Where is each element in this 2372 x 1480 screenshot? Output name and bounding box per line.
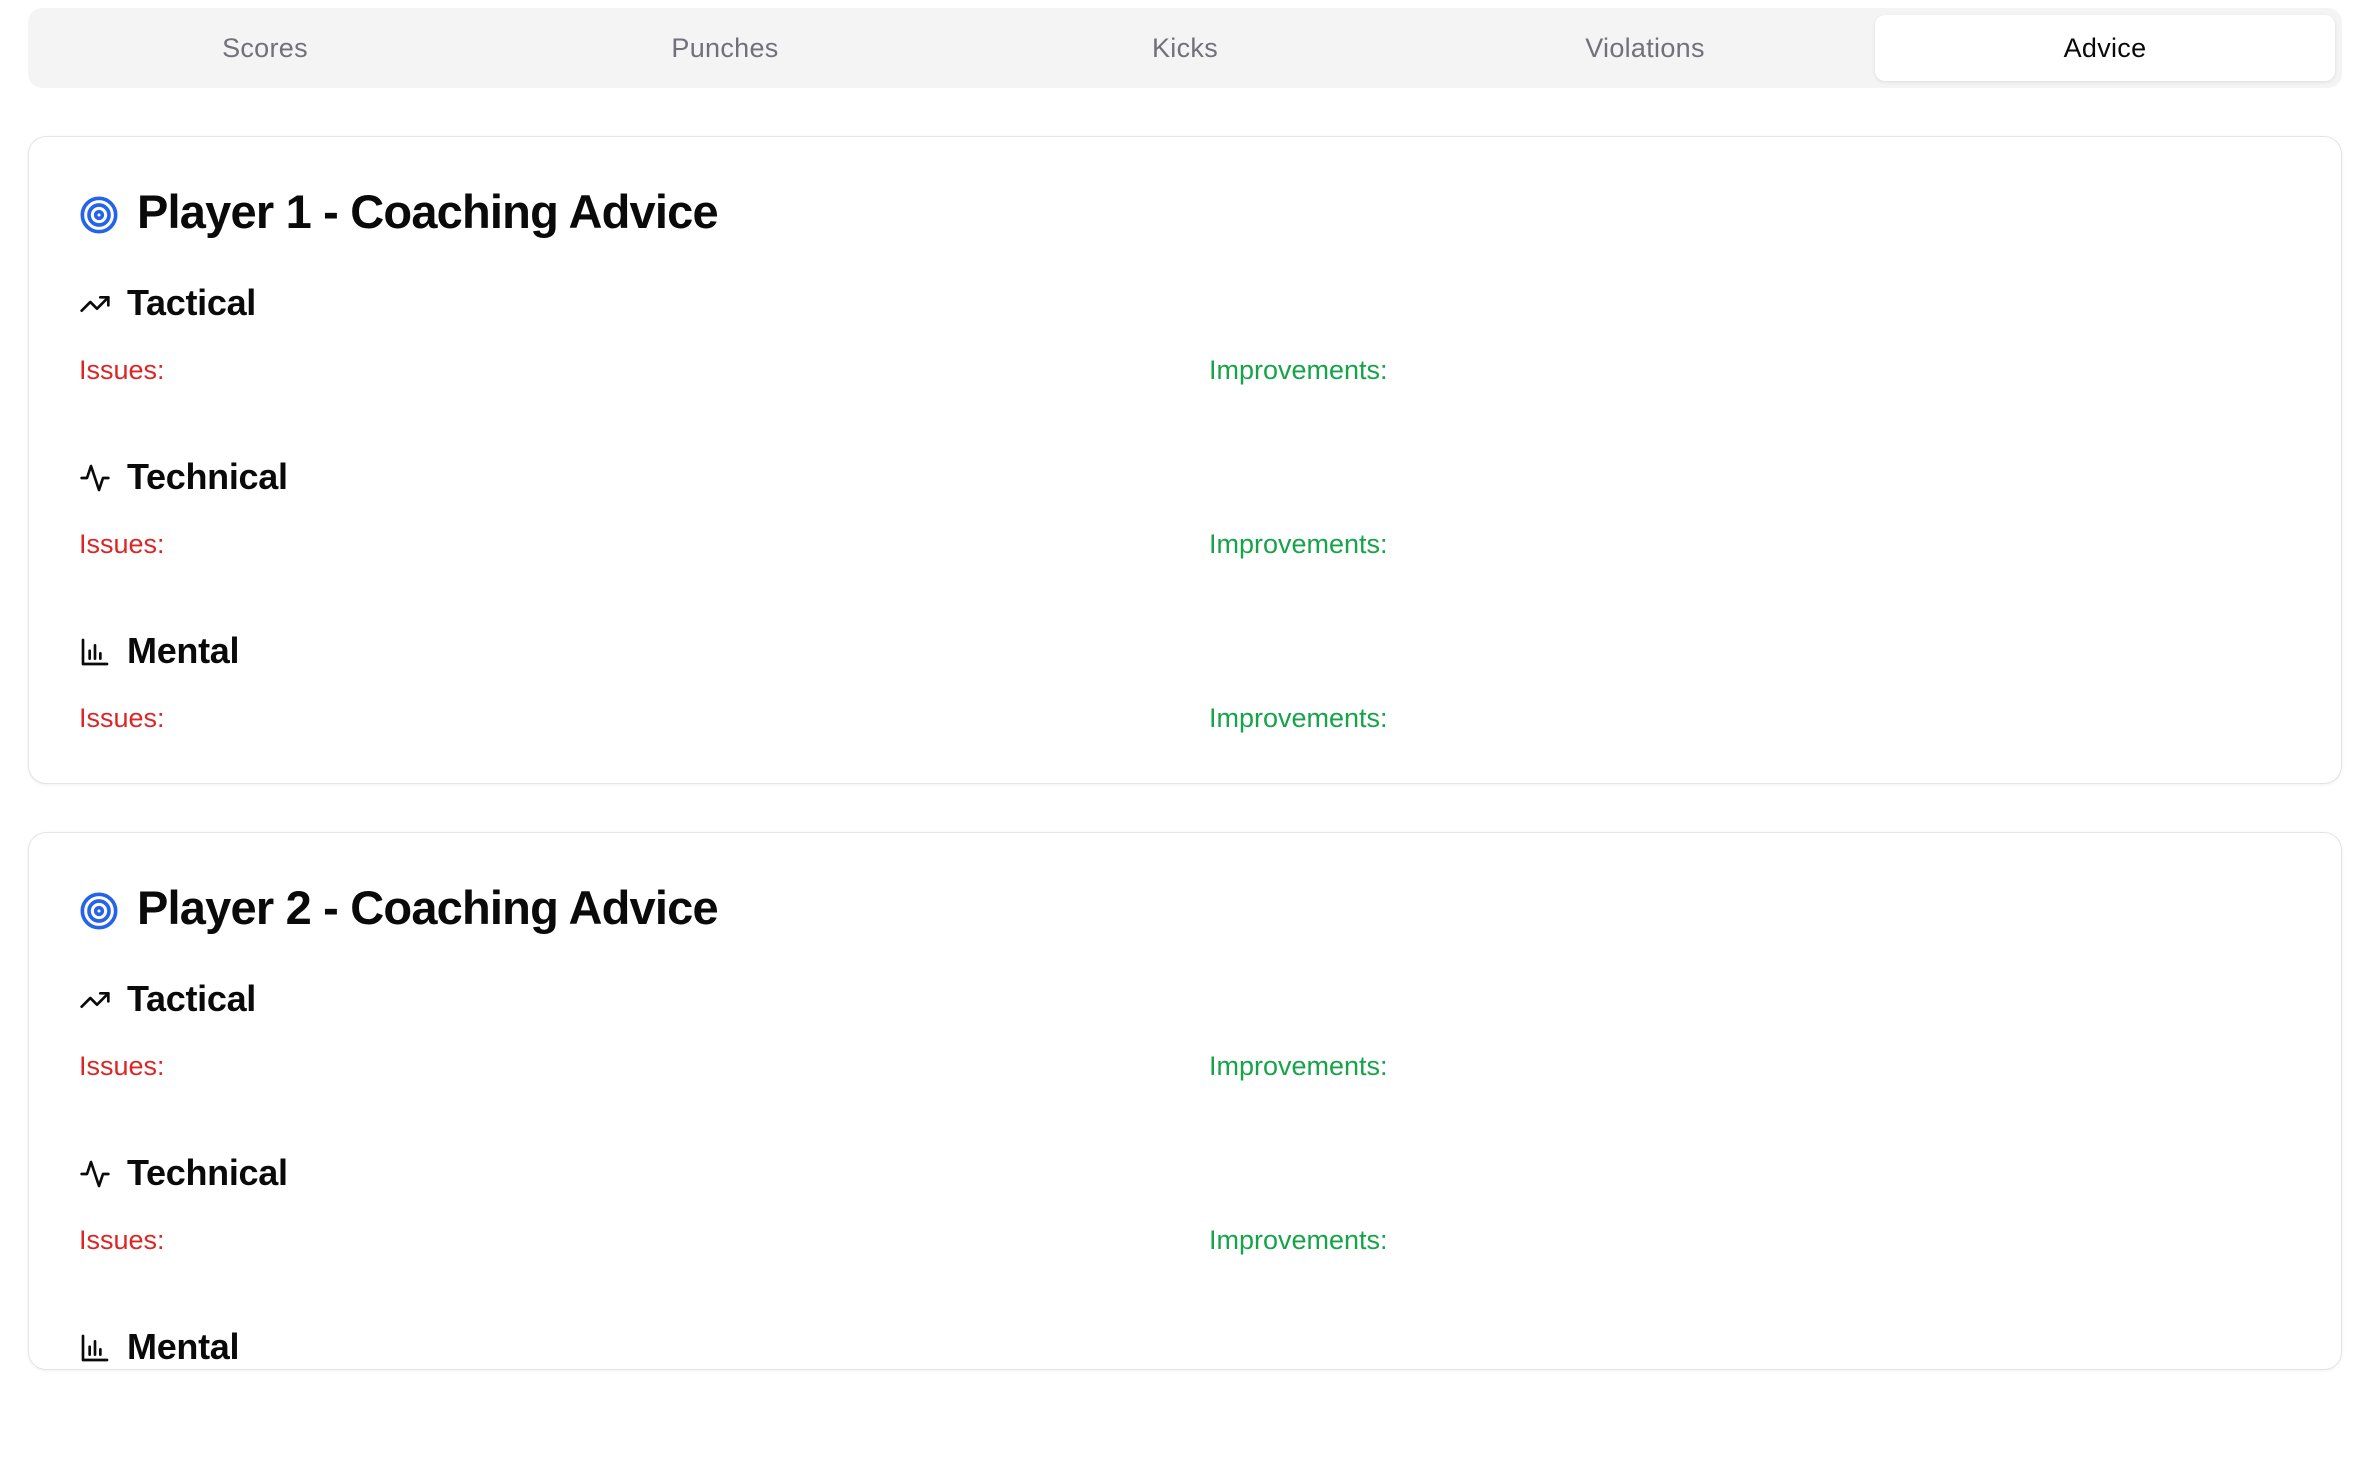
section-technical: Technical Issues: Improvements: bbox=[79, 455, 2291, 589]
section-title: Technical bbox=[127, 456, 288, 497]
improvements-label: Improvements: bbox=[1209, 355, 1388, 385]
section-technical: Technical Issues: Improvements: bbox=[79, 1151, 2291, 1285]
card-title-row: Player 2 - Coaching Advice bbox=[79, 877, 2291, 937]
advice-columns: Issues: Improvements: bbox=[79, 703, 2291, 743]
section-mental: Mental Issues: Improvements: bbox=[79, 629, 2291, 743]
tab-advice[interactable]: Advice bbox=[1875, 15, 2335, 81]
issues-label: Issues: bbox=[79, 529, 165, 559]
section-mental: Mental bbox=[79, 1325, 2291, 1369]
section-header: Tactical bbox=[79, 977, 2291, 1021]
tab-punches[interactable]: Punches bbox=[495, 15, 955, 81]
issues-label: Issues: bbox=[79, 355, 165, 385]
advice-columns: Issues: Improvements: bbox=[79, 529, 2291, 589]
trending-up-icon bbox=[79, 287, 111, 319]
issues-label: Issues: bbox=[79, 1051, 165, 1081]
issues-label: Issues: bbox=[79, 1225, 165, 1255]
section-header: Technical bbox=[79, 1151, 2291, 1195]
improvements-label: Improvements: bbox=[1209, 703, 1388, 733]
activity-icon bbox=[79, 1157, 111, 1189]
bar-chart-icon bbox=[79, 635, 111, 667]
section-tactical: Tactical Issues: Improvements: bbox=[79, 977, 2291, 1111]
section-title: Mental bbox=[127, 1326, 240, 1367]
target-icon bbox=[79, 191, 119, 234]
card-title: Player 1 - Coaching Advice bbox=[137, 184, 719, 238]
card-title: Player 2 - Coaching Advice bbox=[137, 880, 719, 934]
section-title: Tactical bbox=[127, 978, 256, 1019]
advice-columns: Issues: Improvements: bbox=[79, 355, 2291, 415]
tab-violations[interactable]: Violations bbox=[1415, 15, 1875, 81]
section-header: Mental bbox=[79, 629, 2291, 673]
advice-columns: Issues: Improvements: bbox=[79, 1051, 2291, 1111]
section-title: Tactical bbox=[127, 282, 256, 323]
trending-up-icon bbox=[79, 983, 111, 1015]
card-title-row: Player 1 - Coaching Advice bbox=[79, 181, 2291, 241]
bar-chart-icon bbox=[79, 1331, 111, 1363]
issues-label: Issues: bbox=[79, 703, 165, 733]
improvements-label: Improvements: bbox=[1209, 529, 1388, 559]
improvements-label: Improvements: bbox=[1209, 1051, 1388, 1081]
activity-icon bbox=[79, 461, 111, 493]
section-header: Technical bbox=[79, 455, 2291, 499]
advice-columns: Issues: Improvements: bbox=[79, 1225, 2291, 1285]
improvements-label: Improvements: bbox=[1209, 1225, 1388, 1255]
section-header: Mental bbox=[79, 1325, 2291, 1369]
page: Scores Punches Kicks Violations Advice P… bbox=[0, 0, 2372, 1480]
player-1-advice-card: Player 1 - Coaching Advice Tactical Issu… bbox=[28, 136, 2342, 784]
section-tactical: Tactical Issues: Improvements: bbox=[79, 281, 2291, 415]
tab-kicks[interactable]: Kicks bbox=[955, 15, 1415, 81]
tab-bar: Scores Punches Kicks Violations Advice bbox=[28, 8, 2342, 88]
section-header: Tactical bbox=[79, 281, 2291, 325]
player-2-advice-card: Player 2 - Coaching Advice Tactical Issu… bbox=[28, 832, 2342, 1370]
tab-scores[interactable]: Scores bbox=[35, 15, 495, 81]
section-title: Mental bbox=[127, 630, 240, 671]
section-title: Technical bbox=[127, 1152, 288, 1193]
target-icon bbox=[79, 887, 119, 930]
